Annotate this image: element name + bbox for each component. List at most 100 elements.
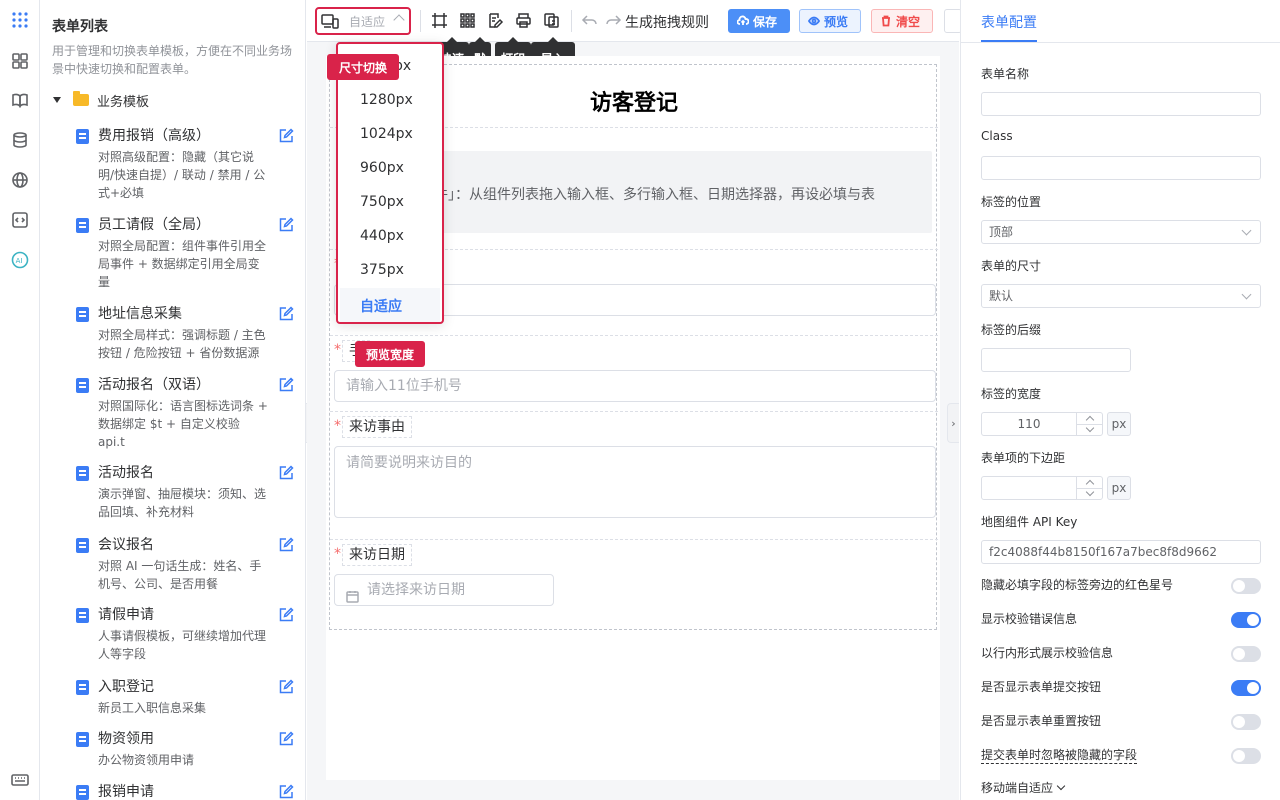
toolbar: 自适应 生成拖拽规则 保存 预览 清空 (307, 0, 962, 42)
mobile-adapt-toggle[interactable]: 移动端自适应 (981, 779, 1066, 796)
ai-icon[interactable]: AI (10, 250, 30, 270)
edit-icon[interactable] (278, 537, 294, 553)
arrow-down-icon[interactable] (1085, 487, 1095, 497)
toggle-switch[interactable] (1231, 578, 1261, 594)
edit-icon[interactable] (278, 128, 294, 144)
edit-doc-icon[interactable] (487, 12, 505, 30)
size-option[interactable]: 1280px (360, 92, 413, 108)
size-option[interactable]: 440px (360, 228, 404, 244)
tab-form-config[interactable]: 表单配置 (981, 12, 1037, 32)
chevron-up-icon (393, 14, 405, 26)
keyboard-icon[interactable] (10, 770, 30, 790)
chevron-down-icon (1056, 781, 1066, 791)
chevron-down-icon (1241, 289, 1252, 300)
form-size-value: 默认 (989, 289, 1014, 303)
save-button[interactable]: 保存 (728, 9, 790, 33)
switch-label: 以行内形式展示校验信息 (981, 646, 1114, 660)
toggle-switch[interactable] (1231, 680, 1261, 696)
edit-icon[interactable] (278, 377, 294, 393)
form-name-input[interactable] (981, 92, 1261, 116)
import-icon[interactable] (543, 12, 561, 30)
toggle-switch[interactable] (1231, 714, 1261, 730)
edit-icon[interactable] (278, 679, 294, 695)
item-margin-stepper[interactable] (981, 476, 1103, 500)
label-width-stepper[interactable]: 110 (981, 412, 1103, 436)
template-item-desc: 人事请假模板，可继续增加代理人等字段 (98, 629, 267, 661)
item-margin-label: 表单项的下边距 (981, 451, 1066, 465)
apps-grid-icon[interactable] (10, 10, 30, 30)
phone-input[interactable]: 请输入11位手机号 (334, 370, 936, 402)
toolbar-divider (420, 10, 421, 32)
template-item-name: 会议报名 (98, 537, 154, 553)
form-field-reason[interactable]: * 来访事由 请简要说明来访目的 (330, 411, 938, 539)
save-label: 保存 (753, 14, 778, 29)
book-icon[interactable] (10, 90, 30, 110)
undo-icon[interactable] (581, 12, 599, 30)
cloud-upload-icon (736, 15, 750, 27)
switch-label: 提交表单时忽略被隐藏的字段 (981, 748, 1138, 764)
frame-icon[interactable] (431, 12, 449, 30)
edit-icon[interactable] (278, 306, 294, 322)
size-option[interactable]: 1024px (360, 126, 413, 142)
toggle-switch[interactable] (1231, 748, 1261, 764)
date-label: 来访日期 (342, 544, 412, 566)
template-item-name: 费用报销（高级） (98, 128, 210, 144)
form-size-select[interactable]: 默认 (981, 284, 1261, 308)
reason-textarea[interactable]: 请简要说明来访目的 (334, 446, 936, 518)
edit-icon[interactable] (278, 607, 294, 623)
size-switch-badge: 尺寸切换 (327, 54, 399, 80)
size-option[interactable]: 375px (360, 262, 404, 278)
label-width-label: 标签的宽度 (981, 387, 1042, 401)
edit-icon[interactable] (278, 731, 294, 747)
size-option[interactable]: 960px (360, 160, 404, 176)
print-icon[interactable] (515, 12, 533, 30)
class-input[interactable] (981, 156, 1261, 180)
template-item-desc: 演示弹窗、抽屉模块：须知、选品回填、补充材料 (98, 487, 267, 519)
stepper-arrows[interactable] (1076, 477, 1103, 499)
globe-icon[interactable] (10, 170, 30, 190)
grid-icon[interactable] (459, 12, 477, 30)
config-panel: 表单配置 表单名称 Class 标签的位置 顶部 表单的尺寸 默认 标签的后缀 … (960, 0, 1280, 800)
form-field-date[interactable]: * 来访日期 请选择来访日期 (330, 539, 938, 629)
database-icon[interactable] (10, 130, 30, 150)
template-item-desc: 对照国际化：语言图标选词条 + 数据绑定 $t + 自定义校验 api.t (98, 399, 268, 449)
template-item-desc: 对照高级配置：隐藏（其它说明/快速自提）/ 联动 / 禁用 / 公式+必填 (98, 150, 266, 200)
code-icon[interactable] (10, 210, 30, 230)
generate-rule-button[interactable]: 生成拖拽规则 (625, 12, 709, 32)
document-icon (76, 466, 89, 481)
collapse-right-toggle[interactable]: › (947, 403, 959, 443)
mobile-adapt-label: 移动端自适应 (981, 781, 1054, 795)
switch-label: 显示校验错误信息 (981, 612, 1078, 626)
required-star: * (334, 342, 341, 358)
label-position-label: 标签的位置 (981, 195, 1042, 209)
stepper-arrows[interactable] (1076, 413, 1103, 435)
edit-icon[interactable] (278, 465, 294, 481)
document-icon (76, 732, 89, 747)
date-picker[interactable]: 请选择来访日期 (334, 574, 554, 606)
document-icon (76, 378, 89, 393)
size-select[interactable]: 自适应 (315, 7, 411, 35)
preview-button[interactable]: 预览 (799, 9, 861, 33)
template-item-desc: 对照全局配置：组件事件引用全局事件 + 数据绑定引用全局变量 (98, 239, 267, 289)
edit-icon[interactable] (278, 784, 294, 800)
size-select-value: 自适应 (349, 14, 386, 29)
template-item-name: 入职登记 (98, 679, 154, 695)
document-icon (76, 608, 89, 623)
size-option-selected[interactable]: 自适应 (360, 296, 402, 316)
size-option[interactable]: 750px (360, 194, 404, 210)
components-icon[interactable] (10, 51, 30, 71)
document-icon (76, 785, 89, 800)
arrow-down-icon[interactable] (1085, 423, 1095, 433)
clear-button[interactable]: 清空 (871, 9, 933, 33)
switch-label: 是否显示表单提交按钮 (981, 680, 1102, 694)
redo-icon[interactable] (605, 12, 623, 30)
label-suffix-input[interactable] (981, 348, 1131, 372)
edit-icon[interactable] (278, 217, 294, 233)
toggle-switch[interactable] (1231, 646, 1261, 662)
expand-caret-icon[interactable] (53, 97, 61, 103)
map-key-input[interactable]: f2c4088f44b8150f167a7bec8f8d9662 (981, 540, 1261, 564)
template-group[interactable]: 业务模板 (52, 90, 149, 110)
label-position-select[interactable]: 顶部 (981, 220, 1261, 244)
toggle-switch[interactable] (1231, 612, 1261, 628)
template-item-desc: 新员工入职信息采集 (98, 701, 207, 715)
